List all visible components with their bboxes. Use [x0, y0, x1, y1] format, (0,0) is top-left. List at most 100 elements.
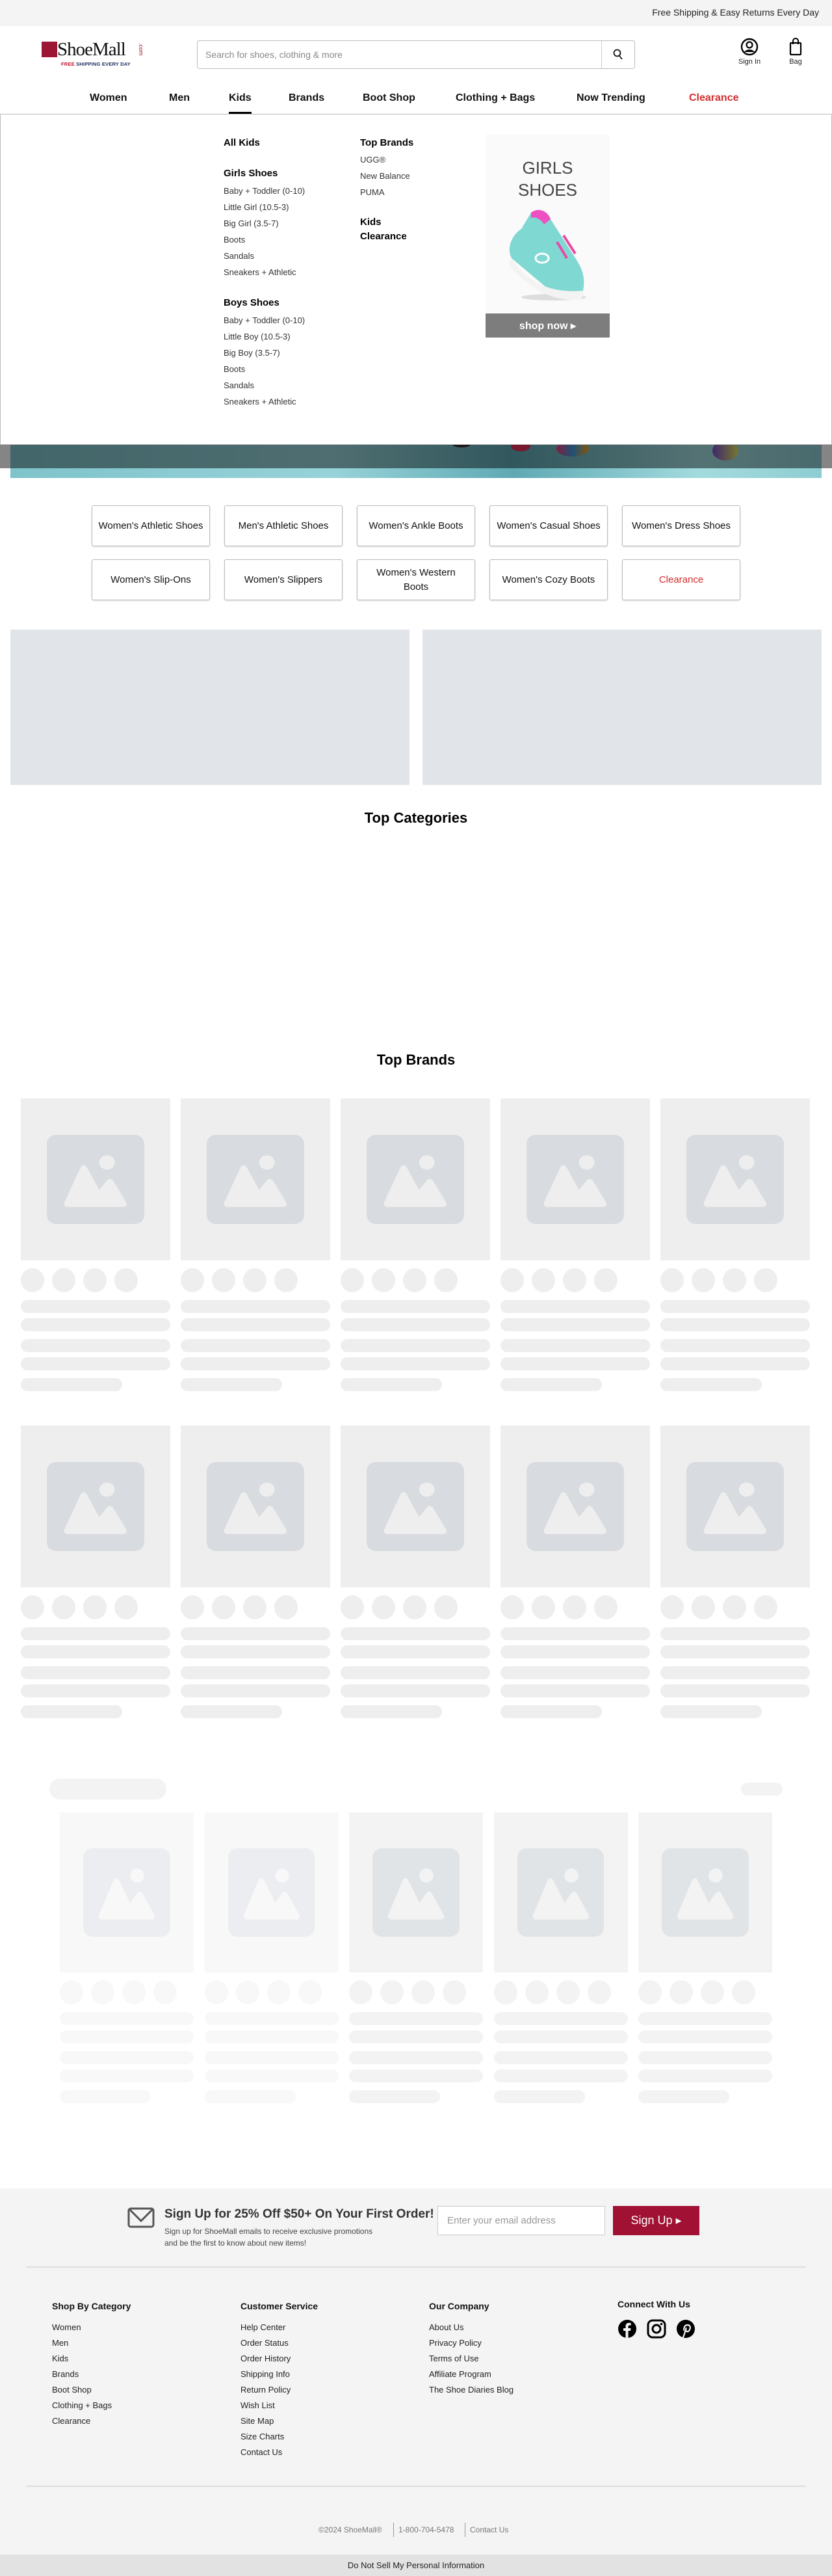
- menu-girls-item[interactable]: Baby + Toddler (0-10): [224, 186, 305, 196]
- footer-link[interactable]: Size Charts: [240, 2432, 284, 2441]
- loading-product-card: [341, 1426, 490, 1718]
- nav-boot-shop[interactable]: Boot Shop: [363, 92, 415, 104]
- footer-link[interactable]: About Us: [429, 2322, 463, 2332]
- menu-brand-item[interactable]: New Balance: [360, 171, 410, 181]
- shoemall-logo[interactable]: ShoeMall .com FREE SHIPPING EVERY DAY: [42, 39, 147, 68]
- menu-girls-item[interactable]: Sandals: [224, 251, 254, 261]
- nav-brands[interactable]: Brands: [289, 92, 324, 104]
- swatch-placeholder: [670, 1980, 693, 2004]
- text-placeholder: [21, 1300, 170, 1313]
- menu-girls-item[interactable]: Little Girl (10.5-3): [224, 202, 289, 212]
- nav-clothing-bags[interactable]: Clothing + Bags: [456, 92, 535, 104]
- category-button[interactable]: Women's Slip-Ons: [92, 559, 210, 600]
- category-button[interactable]: Women's Athletic Shoes: [92, 505, 210, 546]
- menu-boys-item[interactable]: Little Boy (10.5-3): [224, 332, 291, 341]
- footer-link[interactable]: Kids: [52, 2354, 68, 2363]
- category-button[interactable]: Women's Slippers: [224, 559, 343, 600]
- footer-link[interactable]: The Shoe Diaries Blog: [429, 2385, 514, 2395]
- footer: Sign Up for 25% Off $50+ On Your First O…: [0, 2188, 832, 2576]
- category-button[interactable]: Women's Ankle Boots: [357, 505, 475, 546]
- category-button[interactable]: Clearance: [622, 559, 740, 600]
- menu-boys-item[interactable]: Boots: [224, 364, 245, 374]
- footer-link[interactable]: Affiliate Program: [429, 2369, 491, 2379]
- facebook-icon[interactable]: [618, 2319, 637, 2339]
- menu-kids-clearance[interactable]: Kids Clearance: [360, 215, 407, 244]
- menu-boys-item[interactable]: Sneakers + Athletic: [224, 397, 296, 406]
- search-button[interactable]: [601, 41, 634, 68]
- menu-brand-item[interactable]: UGG®: [360, 155, 385, 165]
- footer-link[interactable]: Women: [52, 2322, 81, 2332]
- bag-button[interactable]: Bag: [780, 38, 811, 66]
- menu-girls-item[interactable]: Big Girl (3.5-7): [224, 219, 279, 228]
- category-button[interactable]: Women's Casual Shoes: [489, 505, 608, 546]
- text-placeholder: [500, 1339, 650, 1352]
- shop-now-button[interactable]: shop now ▸: [486, 313, 610, 338]
- footer-link[interactable]: Order Status: [240, 2338, 289, 2348]
- menu-boys-item[interactable]: Sandals: [224, 380, 254, 390]
- menu-boys-item[interactable]: Big Boy (3.5-7): [224, 348, 280, 358]
- sign-in-button[interactable]: Sign In: [733, 38, 766, 66]
- pinterest-icon[interactable]: [676, 2319, 696, 2339]
- footer-link[interactable]: Clothing + Bags: [52, 2400, 112, 2410]
- swatch-placeholder: [235, 1980, 259, 2004]
- text-placeholder: [181, 1357, 330, 1370]
- category-button[interactable]: Women's Western Boots: [357, 559, 475, 600]
- footer-link[interactable]: Return Policy: [240, 2385, 291, 2395]
- footer-link[interactable]: Men: [52, 2338, 68, 2348]
- text-placeholder: [341, 1357, 490, 1370]
- footer-link[interactable]: Brands: [52, 2369, 79, 2379]
- promo-banner-left[interactable]: [10, 630, 410, 785]
- swatch-placeholder: [754, 1268, 777, 1292]
- footer-link[interactable]: Help Center: [240, 2322, 285, 2332]
- footer-link[interactable]: Contact Us: [240, 2447, 282, 2457]
- swatch-placeholder: [349, 1980, 372, 2004]
- promo-banner-right[interactable]: [422, 630, 822, 785]
- text-placeholder: [60, 2012, 194, 2025]
- phone-link[interactable]: 1-800-704-5478: [398, 2525, 454, 2534]
- footer-link[interactable]: Boot Shop: [52, 2385, 92, 2395]
- contact-us-link[interactable]: Contact Us: [470, 2525, 508, 2534]
- newsletter-title: Sign Up for 25% Off $50+ On Your First O…: [164, 2207, 434, 2221]
- loading-product-card: [500, 1426, 650, 1718]
- footer-link[interactable]: Terms of Use: [429, 2354, 479, 2363]
- footer-column-heading: Customer Service: [240, 2301, 318, 2311]
- text-placeholder: [660, 1339, 810, 1352]
- swatch-placeholder: [500, 1268, 524, 1292]
- girls-shoes-promo[interactable]: GIRLS SHOES shop now ▸: [486, 135, 610, 338]
- footer-link[interactable]: Wish List: [240, 2400, 275, 2410]
- menu-top-brands[interactable]: Top Brands: [360, 137, 413, 148]
- footer-link[interactable]: Shipping Info: [240, 2369, 290, 2379]
- swatch-placeholder: [243, 1595, 266, 1619]
- image-placeholder-icon: [526, 1462, 624, 1551]
- category-button[interactable]: Women's Cozy Boots: [489, 559, 608, 600]
- do-not-sell-link[interactable]: Do Not Sell My Personal Information: [0, 2555, 832, 2576]
- swatch-placeholder: [114, 1595, 138, 1619]
- menu-brand-item[interactable]: PUMA: [360, 187, 385, 197]
- nav-now-trending[interactable]: Now Trending: [577, 92, 645, 104]
- category-button[interactable]: Women's Dress Shoes: [622, 505, 740, 546]
- footer-link[interactable]: Site Map: [240, 2416, 274, 2426]
- image-placeholder-icon: [47, 1462, 144, 1551]
- nav-kids[interactable]: Kids: [229, 92, 252, 114]
- nav-men[interactable]: Men: [169, 92, 190, 104]
- swatch-placeholder: [21, 1268, 44, 1292]
- menu-girls-item[interactable]: Boots: [224, 235, 245, 245]
- search-input[interactable]: [198, 41, 601, 68]
- menu-girls-shoes[interactable]: Girls Shoes: [224, 168, 278, 179]
- email-input[interactable]: [437, 2206, 605, 2235]
- text-placeholder: [493, 2030, 628, 2043]
- footer-link[interactable]: Order History: [240, 2354, 291, 2363]
- menu-boys-item[interactable]: Baby + Toddler (0-10): [224, 315, 305, 325]
- sign-up-button[interactable]: Sign Up ▸: [613, 2206, 699, 2235]
- footer-link[interactable]: Clearance: [52, 2416, 90, 2426]
- footer-link[interactable]: Privacy Policy: [429, 2338, 482, 2348]
- instagram-icon[interactable]: [647, 2319, 666, 2339]
- menu-all-kids[interactable]: All Kids: [224, 137, 260, 148]
- nav-clearance[interactable]: Clearance: [689, 92, 739, 104]
- category-button[interactable]: Men's Athletic Shoes: [224, 505, 343, 546]
- nav-women[interactable]: Women: [90, 92, 127, 104]
- menu-girls-item[interactable]: Sneakers + Athletic: [224, 267, 296, 277]
- menu-boys-shoes[interactable]: Boys Shoes: [224, 297, 280, 308]
- shopping-bag-icon: [789, 38, 802, 56]
- menu-backdrop-overlay[interactable]: [0, 445, 832, 468]
